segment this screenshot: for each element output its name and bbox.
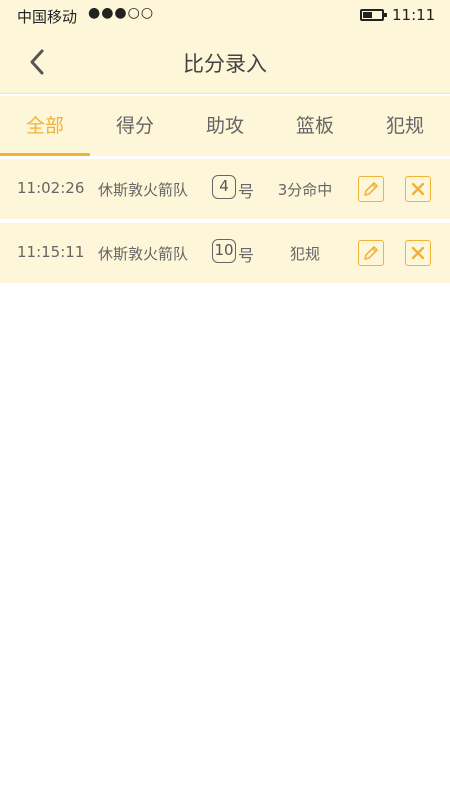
carrier-name: 中国移动 [17,8,78,26]
nav-bar: 比分录入 [0,30,450,94]
close-icon [411,246,425,260]
pencil-icon [364,246,378,260]
tab-rebound[interactable]: 篮板 [270,96,360,156]
edit-button[interactable] [358,240,384,266]
signal-strength: ●●●○○ [88,5,155,21]
tab-label: 得分 [115,115,154,137]
tab-all[interactable]: 全部 [0,96,90,156]
number-suffix: 号 [238,182,255,201]
record-time: 11:02:26 [17,179,85,197]
record-team: 休斯敦火箭队 [98,245,189,263]
tab-label: 犯规 [385,115,424,137]
number-suffix: 号 [238,246,255,265]
tab-label: 篮板 [295,115,334,137]
delete-button[interactable] [405,176,431,202]
clock: 11:11 [392,6,436,24]
record-row: 11:02:26 休斯敦火箭队 4 号 3分命中 [0,159,450,219]
pencil-icon [364,182,378,196]
close-icon [411,182,425,196]
tab-assist[interactable]: 助攻 [180,96,270,156]
edit-button[interactable] [358,176,384,202]
record-row: 11:15:11 休斯敦火箭队 10 号 犯规 [0,223,450,283]
record-team: 休斯敦火箭队 [98,181,189,199]
status-bar: 中国移动 ●●●○○ 11:11 [0,0,450,30]
record-event: 3分命中 [277,181,333,199]
tab-bar: 全部 得分 助攻 篮板 犯规 [0,96,450,156]
record-time: 11:15:11 [17,243,85,261]
tab-score[interactable]: 得分 [90,96,180,156]
battery-icon [360,9,387,21]
player-number-badge: 4 [212,175,236,199]
tab-label: 助攻 [205,115,244,137]
page-title: 比分录入 [183,52,267,76]
player-number-badge: 10 [212,239,236,263]
tab-foul[interactable]: 犯规 [360,96,450,156]
record-event: 犯规 [289,245,320,263]
delete-button[interactable] [405,240,431,266]
active-tab-indicator [0,153,90,156]
tab-label: 全部 [25,115,64,137]
